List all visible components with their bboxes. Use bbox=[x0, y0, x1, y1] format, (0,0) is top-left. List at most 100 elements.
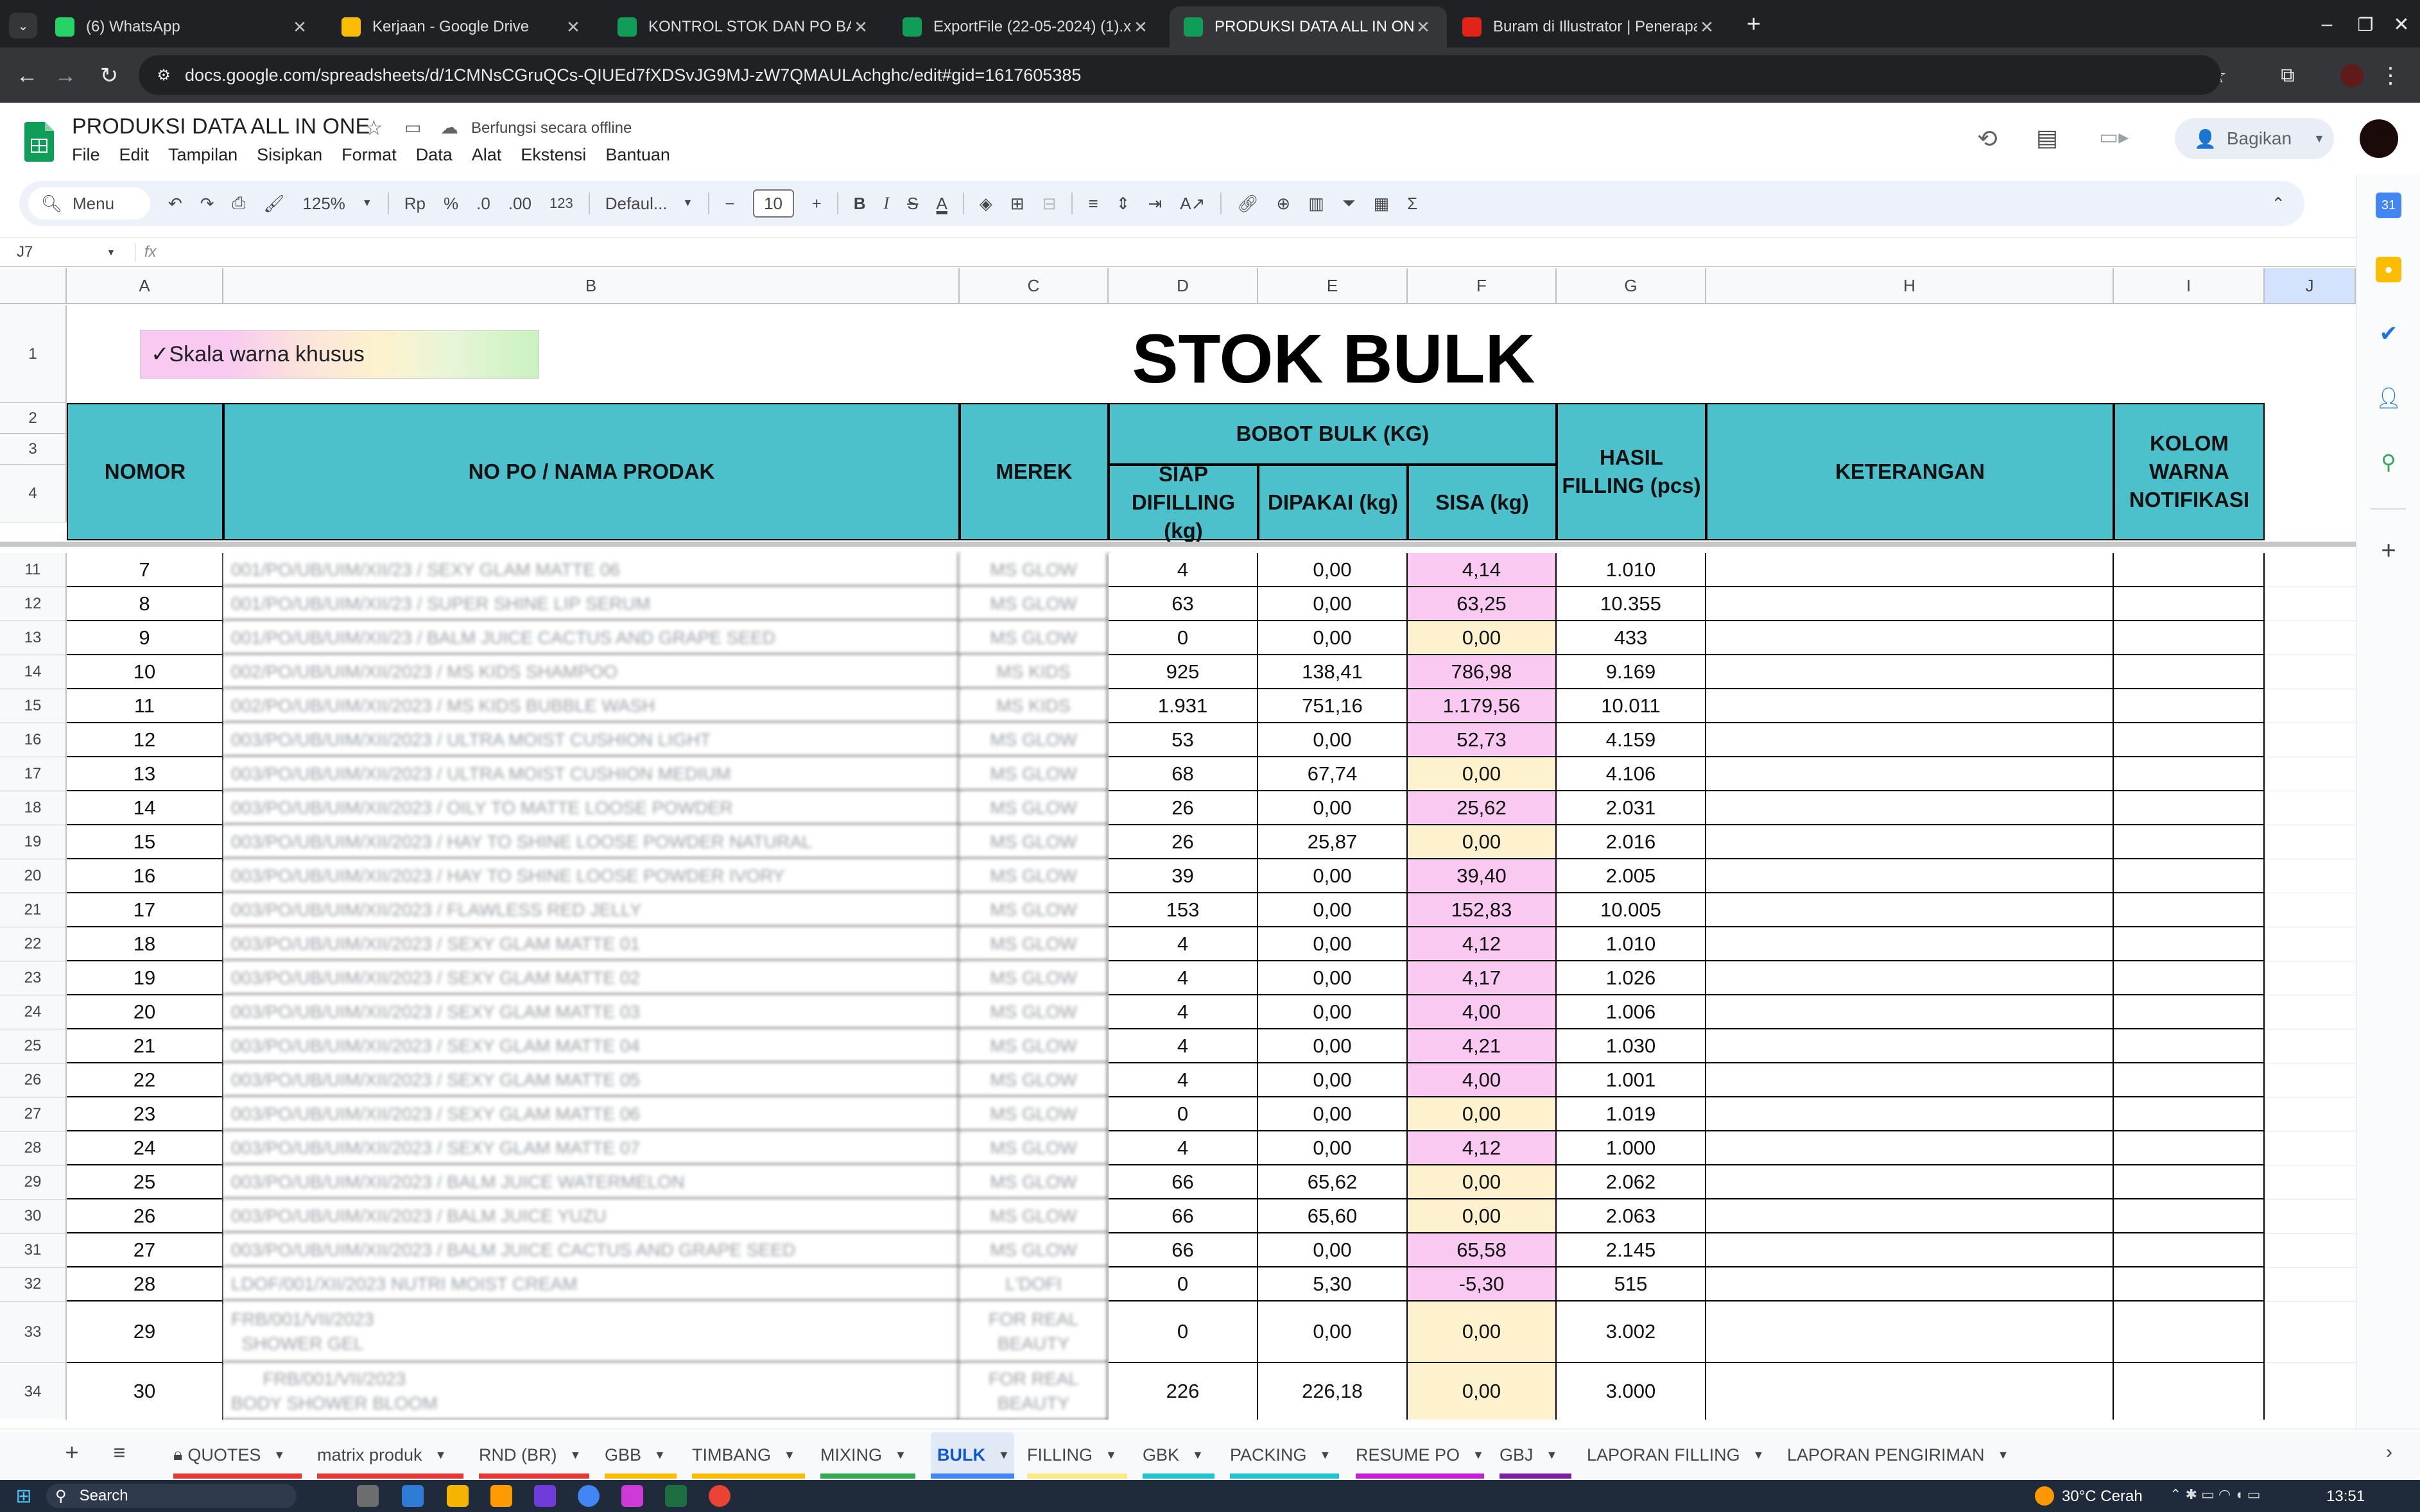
cell-merek[interactable]: MS GLOW bbox=[960, 621, 1109, 655]
corner-cell[interactable] bbox=[0, 268, 67, 304]
cell-siap[interactable]: 39 bbox=[1109, 859, 1258, 893]
row-header[interactable]: 27 bbox=[0, 1097, 67, 1131]
cell-sisa[interactable]: 52,73 bbox=[1408, 723, 1557, 757]
cell-no-po[interactable]: LDOF/001/XII/2023 NUTRI MOIST CREAM bbox=[223, 1267, 960, 1302]
excel-icon[interactable] bbox=[665, 1485, 687, 1507]
row-header[interactable]: 13 bbox=[0, 621, 67, 655]
cell-nomor[interactable]: 21 bbox=[67, 1029, 223, 1063]
cell-hasil[interactable]: 1.001 bbox=[1557, 1063, 1706, 1097]
cell-dipakai[interactable]: 0,00 bbox=[1258, 1233, 1408, 1267]
cell-dipakai[interactable]: 0,00 bbox=[1258, 927, 1408, 961]
cell-kolom-warna[interactable] bbox=[2114, 825, 2265, 859]
row-header[interactable]: 11 bbox=[0, 553, 67, 587]
cell-keterangan[interactable] bbox=[1706, 791, 2114, 825]
cell-nomor[interactable]: 17 bbox=[67, 893, 223, 927]
cell-siap[interactable]: 4 bbox=[1109, 1029, 1258, 1063]
row-header[interactable]: 30 bbox=[0, 1199, 67, 1233]
row-header[interactable]: 12 bbox=[0, 587, 67, 621]
column-header-F[interactable]: F bbox=[1408, 268, 1557, 304]
windows-start-icon[interactable]: ⊞ bbox=[13, 1485, 35, 1507]
document-title[interactable]: PRODUKSI DATA ALL IN ONE bbox=[72, 114, 370, 139]
close-tab-icon[interactable]: ✕ bbox=[851, 17, 870, 37]
app-icon[interactable] bbox=[621, 1485, 643, 1507]
cell-j[interactable] bbox=[2265, 1063, 2356, 1097]
reload-icon[interactable]: ↻ bbox=[94, 60, 125, 91]
cell-hasil[interactable]: 1.006 bbox=[1557, 995, 1706, 1029]
filter-views-icon[interactable]: ▦ bbox=[1374, 194, 1390, 214]
version-history-icon[interactable]: ⟲ bbox=[1977, 125, 1998, 153]
cell-no-po[interactable]: 001/PO/UB/UIM/XII/23 / SEXY GLAM MATTE 0… bbox=[223, 553, 960, 587]
cell-sisa[interactable]: 4,12 bbox=[1408, 1131, 1557, 1165]
cell-sisa[interactable]: 0,00 bbox=[1408, 621, 1557, 655]
explore-icon[interactable]: › bbox=[2375, 1438, 2403, 1466]
cell-nomor[interactable]: 13 bbox=[67, 757, 223, 791]
cell-sisa[interactable]: 65,58 bbox=[1408, 1233, 1557, 1267]
cell-keterangan[interactable] bbox=[1706, 1097, 2114, 1131]
row-header[interactable]: 28 bbox=[0, 1131, 67, 1165]
font-size-input[interactable]: 10 bbox=[752, 189, 794, 218]
row-header[interactable]: 4 bbox=[0, 465, 67, 522]
row-header[interactable]: 15 bbox=[0, 689, 67, 723]
redo-icon[interactable]: ↷ bbox=[200, 194, 214, 214]
cell-dipakai[interactable]: 0,00 bbox=[1258, 961, 1408, 995]
cell-kolom-warna[interactable] bbox=[2114, 995, 2265, 1029]
cell-keterangan[interactable] bbox=[1706, 1029, 2114, 1063]
cell-siap[interactable]: 4 bbox=[1109, 961, 1258, 995]
sheet-tab[interactable]: matrix produk ▼ bbox=[317, 1432, 463, 1479]
cell-nomor[interactable]: 8 bbox=[67, 587, 223, 621]
sheet-tab[interactable]: TIMBANG ▼ bbox=[692, 1432, 805, 1479]
cell-j[interactable] bbox=[2265, 1131, 2356, 1165]
cell-merek[interactable]: MS GLOW bbox=[960, 1029, 1109, 1063]
increase-font-size-icon[interactable]: + bbox=[812, 194, 822, 214]
maximize-button[interactable]: ❐ bbox=[2349, 10, 2381, 39]
extensions-icon[interactable]: ⧉ bbox=[2272, 60, 2303, 91]
row-header[interactable]: 21 bbox=[0, 893, 67, 927]
sheet-tab[interactable]: RND (BR) ▼ bbox=[479, 1432, 589, 1479]
column-header-H[interactable]: H bbox=[1706, 268, 2114, 304]
cell-siap[interactable]: 226 bbox=[1109, 1363, 1258, 1420]
cell-keterangan[interactable] bbox=[1706, 995, 2114, 1029]
row-header[interactable]: 33 bbox=[0, 1302, 67, 1363]
cell-keterangan[interactable] bbox=[1706, 757, 2114, 791]
cell-j[interactable] bbox=[2265, 791, 2356, 825]
cell-dipakai[interactable]: 0,00 bbox=[1258, 723, 1408, 757]
cell-no-po[interactable]: 003/PO/UB/UIM/XII/2023 / HAY TO SHINE LO… bbox=[223, 825, 960, 859]
menu-bantuan[interactable]: Bantuan bbox=[605, 145, 670, 165]
cell-siap[interactable]: 4 bbox=[1109, 1131, 1258, 1165]
file-explorer-icon[interactable] bbox=[447, 1485, 469, 1507]
sheet-tab[interactable]: PACKING ▼ bbox=[1230, 1432, 1339, 1479]
back-icon[interactable]: ← bbox=[12, 60, 42, 91]
cell-hasil[interactable]: 10.005 bbox=[1557, 893, 1706, 927]
add-sheet-icon[interactable]: + bbox=[58, 1438, 86, 1466]
cell-j[interactable] bbox=[2265, 689, 2356, 723]
text-rotate-icon[interactable]: A↗ bbox=[1180, 194, 1205, 214]
column-header-I[interactable]: I bbox=[2114, 268, 2265, 304]
cell-siap[interactable]: 4 bbox=[1109, 553, 1258, 587]
undo-icon[interactable]: ↶ bbox=[168, 194, 182, 214]
cell-kolom-warna[interactable] bbox=[2114, 655, 2265, 689]
menu-sisipkan[interactable]: Sisipkan bbox=[257, 145, 322, 165]
sheet-tab[interactable]: 🔒︎ QUOTES ▼ bbox=[173, 1432, 302, 1479]
browser-tab[interactable]: (6) WhatsApp ✕ bbox=[41, 6, 324, 47]
currency-format-button[interactable]: Rp bbox=[404, 194, 426, 214]
cell-kolom-warna[interactable] bbox=[2114, 859, 2265, 893]
font-select[interactable]: Defaul... ▼ bbox=[605, 194, 693, 214]
sheet-tab[interactable]: BULK ▼ bbox=[931, 1432, 1014, 1479]
cell-merek[interactable]: MS GLOW bbox=[960, 859, 1109, 893]
column-header-J[interactable]: J bbox=[2265, 268, 2356, 304]
percent-format-button[interactable]: % bbox=[444, 194, 458, 214]
menu-tampilan[interactable]: Tampilan bbox=[168, 145, 238, 165]
tab-search-button[interactable]: ⌄ bbox=[9, 13, 37, 39]
cell-merek[interactable]: MS GLOW bbox=[960, 961, 1109, 995]
cell-merek[interactable]: MS KIDS bbox=[960, 655, 1109, 689]
decrease-font-size-icon[interactable]: − bbox=[725, 194, 734, 214]
cell-merek[interactable]: MS GLOW bbox=[960, 553, 1109, 587]
cell-hasil[interactable]: 3.000 bbox=[1557, 1363, 1706, 1420]
insert-comment-icon[interactable]: ⊕ bbox=[1276, 194, 1290, 214]
cell-no-po[interactable]: 003/PO/UB/UIM/XII/2023 / ULTRA MOIST CUS… bbox=[223, 723, 960, 757]
cell-dipakai[interactable]: 0,00 bbox=[1258, 587, 1408, 621]
row-header[interactable]: 14 bbox=[0, 655, 67, 689]
cell-nomor[interactable]: 10 bbox=[67, 655, 223, 689]
print-icon[interactable]: ⎙ bbox=[232, 193, 246, 214]
filter-icon[interactable]: ⏷ bbox=[1342, 193, 1356, 214]
